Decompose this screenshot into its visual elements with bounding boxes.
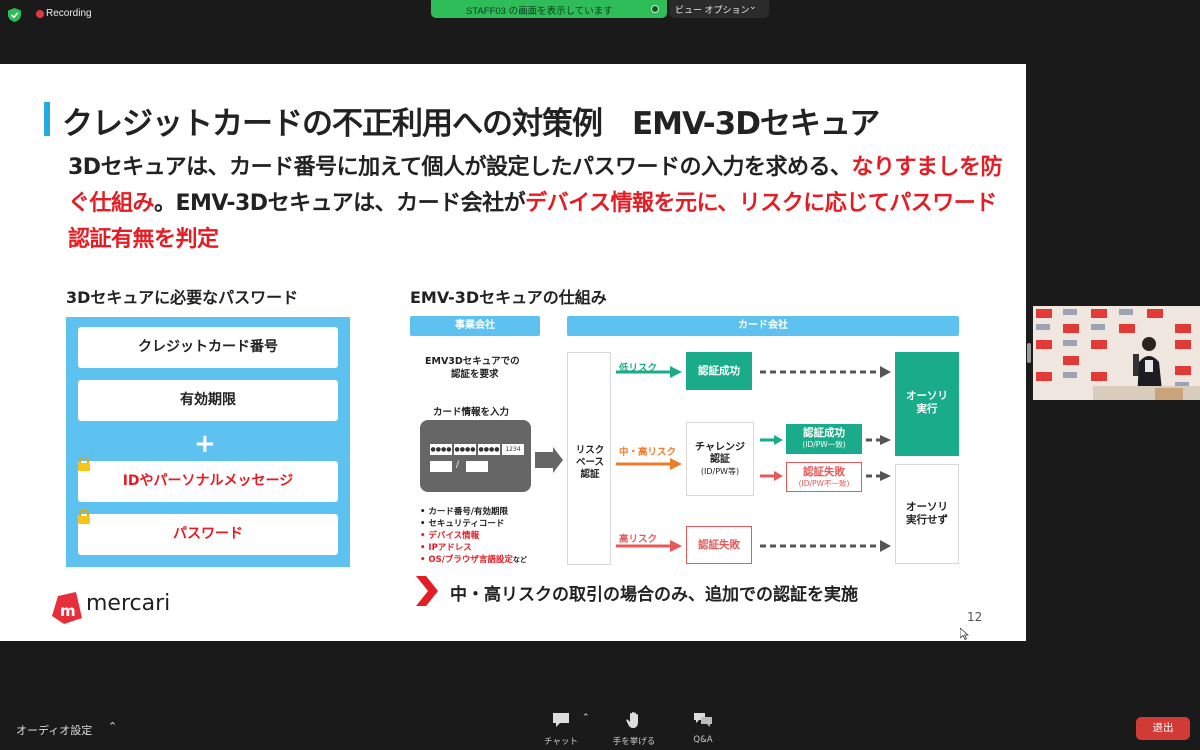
no-authorize-box: オーソリ 実行せず — [895, 464, 959, 564]
audio-settings-button[interactable]: オーディオ設定 — [16, 722, 92, 738]
challenge-fail-box: 認証失敗 (ID/PW不一致) — [786, 462, 862, 492]
share-status-icon — [651, 5, 659, 13]
mercari-logo-text: mercari — [86, 591, 171, 616]
shared-slide: クレジットカードの不正利用への対策例 EMV-3Dセキュア 3Dセキュアは、カー… — [0, 64, 1026, 641]
hand-icon — [626, 712, 638, 728]
challenge-success-box: 認証成功 (ID/PW一致) — [786, 424, 862, 454]
recording-label[interactable]: Recording — [46, 8, 92, 19]
zoom-window: Recording STAFF03 の画面を表示しています ビュー オプション … — [0, 0, 1200, 750]
arrow-to-risk — [535, 447, 563, 473]
chat-button[interactable]: ⌃ チャット — [536, 711, 590, 747]
auth-fail-box: 認証失敗 — [686, 526, 752, 564]
mouse-cursor-icon — [960, 628, 969, 640]
authorize-box: オーソリ 実行 — [895, 352, 959, 456]
risk-based-label: リスク ベース 認証 — [575, 445, 605, 480]
bottom-note: 中・高リスクの取引の場合のみ、追加での認証を実施 — [450, 585, 858, 605]
qa-label: Q&A — [693, 735, 713, 745]
chevron-down-icon: ⌄ — [749, 2, 757, 12]
bottom-toolbar: オーディオ設定 ⌃ ⌃ チャット 手を挙げる Q&A 退出 — [0, 703, 1200, 750]
screen-share-banner: STAFF03 の画面を表示しています — [431, 0, 667, 18]
share-banner-text: STAFF03 の画面を表示しています — [466, 6, 613, 17]
qa-button[interactable]: Q&A — [678, 711, 728, 747]
raise-hand-button[interactable]: 手を挙げる — [609, 711, 659, 747]
shield-icon[interactable] — [8, 8, 21, 22]
chevron-up-icon[interactable]: ⌃ — [582, 713, 590, 723]
raise-hand-label: 手を挙げる — [612, 737, 656, 747]
challenge-auth-box: チャレンジ 認証 (ID/PW等) — [686, 422, 754, 496]
high-risk-label: 高リスク — [619, 534, 658, 545]
mid-high-risk-label: 中・高リスク — [619, 447, 677, 458]
svg-text:m: m — [60, 602, 76, 620]
diagram-arrows — [535, 366, 891, 552]
chat-label: チャット — [544, 737, 578, 747]
view-options-label: ビュー オプション — [675, 5, 750, 15]
thumbnail-drag-handle[interactable] — [1027, 343, 1031, 363]
leave-button[interactable]: 退出 — [1136, 717, 1190, 740]
recording-dot-icon — [36, 10, 44, 18]
page-number: 12 — [967, 610, 983, 624]
mercari-logo-icon: m — [52, 592, 82, 624]
view-options-button[interactable]: ビュー オプション ⌄ — [669, 0, 769, 18]
low-risk-label: 低リスク — [619, 363, 658, 374]
chevron-up-icon[interactable]: ⌃ — [108, 720, 117, 733]
chevron-right-icon — [416, 576, 438, 606]
top-bar: Recording STAFF03 の画面を表示しています ビュー オプション … — [0, 0, 1200, 30]
auth-success-box: 認証成功 — [686, 352, 752, 390]
risk-based-auth-box: リスク ベース 認証 — [567, 352, 611, 565]
qa-icon — [694, 713, 712, 727]
speaker-video-thumbnail[interactable] — [1033, 306, 1200, 400]
speaker-video-image — [1033, 306, 1200, 400]
chat-icon — [553, 713, 569, 727]
